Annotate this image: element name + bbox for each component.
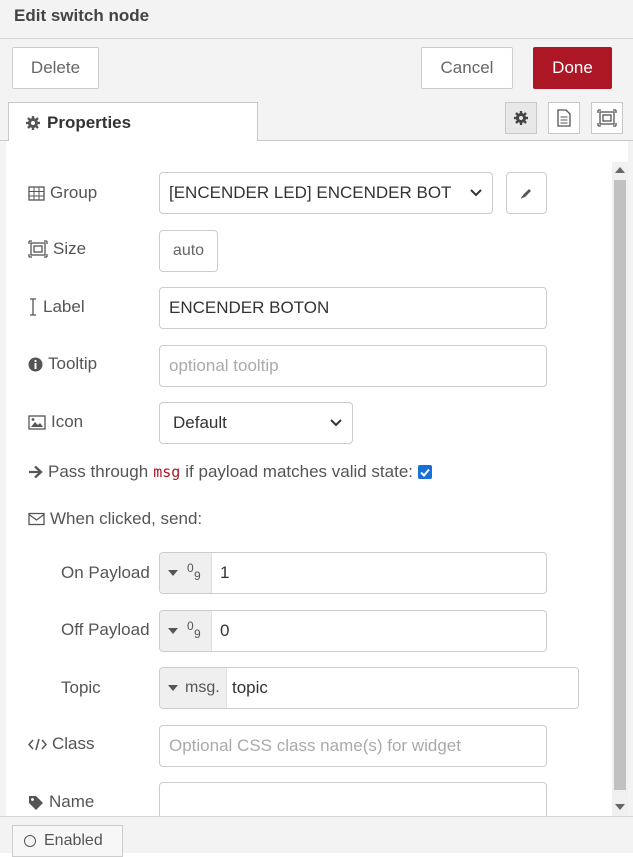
- label-input[interactable]: ENCENDER BOTON: [159, 287, 547, 329]
- description-icon: [557, 109, 571, 127]
- envelope-icon: [28, 512, 45, 526]
- edit-group-button[interactable]: [506, 172, 547, 214]
- topic-value: topic: [232, 678, 268, 697]
- tooltip-input[interactable]: optional tooltip: [159, 345, 547, 387]
- icon-select-value: Default: [173, 413, 227, 432]
- on-payload-label: On Payload: [61, 563, 150, 582]
- class-input[interactable]: Optional CSS class name(s) for widget: [159, 725, 547, 767]
- dialog-button-bar: Delete Cancel Done: [0, 39, 633, 97]
- delete-button[interactable]: Delete: [12, 47, 99, 89]
- done-button[interactable]: Done: [533, 47, 612, 89]
- chevron-down-icon: [470, 189, 482, 197]
- group-label: Group: [28, 182, 97, 204]
- topic-type-select[interactable]: msg.: [160, 668, 227, 708]
- on-payload-type-select[interactable]: 09: [160, 553, 212, 593]
- msg-code: msg: [153, 463, 181, 481]
- group-select-value: [ENCENDER LED] ENCENDER BOT: [169, 183, 452, 202]
- code-icon: [28, 738, 47, 750]
- size-button[interactable]: auto: [159, 230, 218, 272]
- number-type-icon: 09: [187, 619, 201, 641]
- icon-select[interactable]: Default: [159, 402, 353, 444]
- size-icon: [28, 240, 48, 258]
- number-type-icon: 09: [187, 561, 201, 583]
- panel-edge: [628, 141, 633, 816]
- tab-appearance-button[interactable]: [591, 102, 623, 134]
- properties-panel: Group [ENCENDER LED] ENCENDER BOT Size a…: [0, 141, 612, 816]
- image-icon: [28, 414, 46, 430]
- text-cursor-icon: [30, 298, 36, 316]
- checkmark-icon: [420, 468, 430, 477]
- tooltip-label: Tooltip: [28, 353, 97, 375]
- dropdown-caret-icon: [168, 685, 178, 691]
- class-placeholder: Optional CSS class name(s) for widget: [169, 736, 461, 755]
- dialog-title: Edit switch node: [0, 0, 633, 39]
- circle-icon: [24, 835, 36, 847]
- topic-prefix: msg.: [185, 679, 220, 696]
- dropdown-caret-icon: [168, 628, 178, 634]
- appearance-icon: [597, 109, 617, 127]
- gear-icon: [26, 115, 40, 130]
- gear-icon: [514, 111, 528, 125]
- scroll-up-icon[interactable]: [615, 167, 625, 173]
- dropdown-caret-icon: [168, 570, 178, 576]
- tab-bar: Properties: [0, 97, 633, 142]
- chevron-down-icon: [330, 419, 342, 427]
- on-payload-value: 1: [220, 563, 230, 582]
- scroll-down-icon[interactable]: [615, 804, 625, 810]
- tab-properties-label: Properties: [47, 112, 132, 132]
- pencil-icon: [521, 188, 531, 199]
- dialog-footer: Enabled: [0, 816, 633, 857]
- icon-label: Icon: [28, 411, 83, 433]
- topic-input[interactable]: msg. topic: [159, 667, 579, 709]
- class-label: Class: [28, 733, 95, 755]
- passthrough-checkbox[interactable]: [418, 465, 433, 479]
- cancel-button[interactable]: Cancel: [421, 47, 513, 89]
- name-label: Name: [28, 791, 94, 813]
- tab-description-button[interactable]: [548, 102, 580, 134]
- name-input[interactable]: [159, 782, 547, 816]
- off-payload-type-select[interactable]: 09: [160, 611, 212, 651]
- label-label: Label: [28, 296, 85, 318]
- vertical-scrollbar[interactable]: [612, 162, 628, 816]
- arrow-right-icon: [29, 465, 43, 479]
- tab-settings-button[interactable]: [505, 102, 537, 134]
- group-select[interactable]: [ENCENDER LED] ENCENDER BOT: [159, 172, 493, 214]
- tag-icon: [29, 795, 43, 810]
- info-icon: [28, 357, 43, 371]
- tooltip-placeholder: optional tooltip: [169, 356, 279, 375]
- passthrough-row: Pass through msg if payload matches vali…: [28, 461, 433, 483]
- tab-properties[interactable]: Properties: [8, 102, 258, 142]
- when-clicked-label: When clicked, send:: [28, 508, 202, 530]
- topic-label: Topic: [61, 678, 101, 697]
- off-payload-input[interactable]: 09 0: [159, 610, 547, 652]
- on-payload-input[interactable]: 09 1: [159, 552, 547, 594]
- size-label: Size: [28, 238, 86, 260]
- scrollbar-thumb[interactable]: [614, 180, 626, 790]
- off-payload-value: 0: [220, 621, 230, 640]
- off-payload-label: Off Payload: [61, 620, 150, 639]
- enabled-label: Enabled: [44, 832, 103, 849]
- enabled-toggle[interactable]: Enabled: [12, 825, 123, 857]
- table-icon: [28, 185, 45, 201]
